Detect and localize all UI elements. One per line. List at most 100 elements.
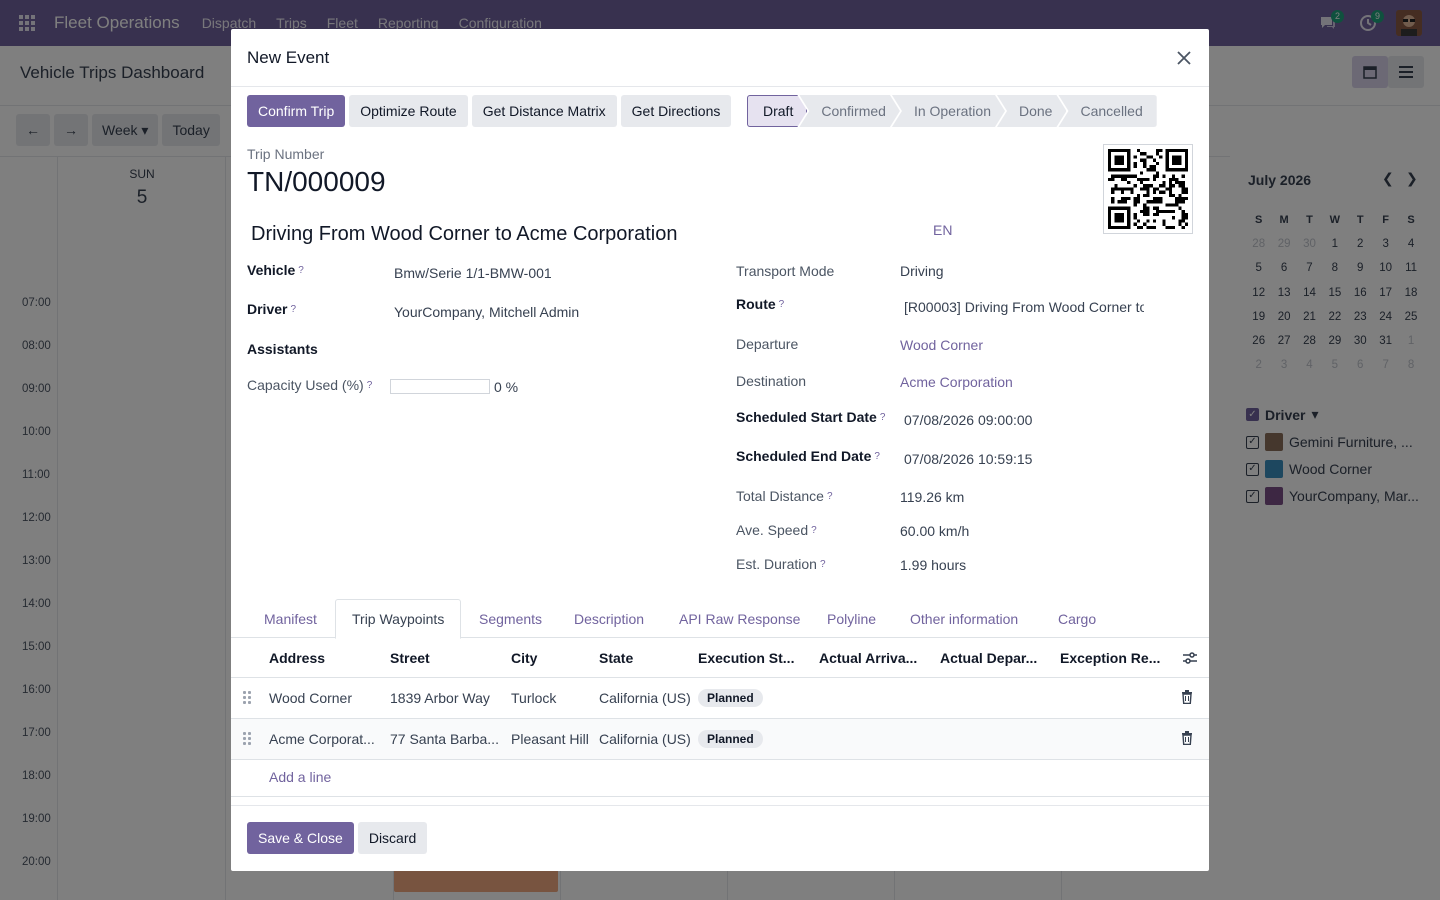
get-distance-matrix-button[interactable]: Get Distance Matrix bbox=[471, 95, 617, 127]
column-header-actual-departure[interactable]: Actual Depar... bbox=[940, 638, 1052, 678]
start-date-label: Scheduled Start Date bbox=[736, 409, 877, 425]
departure-link[interactable]: Wood Corner bbox=[900, 337, 983, 353]
column-header-actual-arrival[interactable]: Actual Arriva... bbox=[819, 638, 931, 678]
delete-row-icon[interactable] bbox=[1181, 731, 1193, 748]
speed-value: 60.00 km/h bbox=[900, 523, 970, 539]
confirm-trip-button[interactable]: Confirm Trip bbox=[247, 95, 346, 127]
table-row[interactable]: Wood Corner 1839 Arbor Way Turlock Calif… bbox=[231, 678, 1209, 719]
stage-cancelled[interactable]: Cancelled bbox=[1058, 95, 1157, 127]
start-date-field[interactable]: 07/08/2026 09:00:00 bbox=[904, 412, 1032, 428]
tab-api-raw-response[interactable]: API Raw Response bbox=[663, 599, 816, 638]
table-row[interactable]: Acme Corporat... 77 Santa Barba... Pleas… bbox=[231, 719, 1209, 760]
cell-address: Acme Corporat... bbox=[269, 731, 375, 747]
status-bar: Draft Confirmed In Operation Done Cancel… bbox=[747, 95, 1157, 127]
form-tabs: Manifest Trip Waypoints Segments Descrip… bbox=[231, 599, 1209, 639]
tab-trip-waypoints[interactable]: Trip Waypoints bbox=[335, 599, 462, 639]
help-icon[interactable]: ? bbox=[874, 451, 880, 462]
distance-label: Total Distance bbox=[736, 488, 824, 504]
drag-handle-icon[interactable] bbox=[243, 691, 251, 704]
duration-value: 1.99 hours bbox=[900, 557, 967, 573]
tab-other-information[interactable]: Other information bbox=[894, 599, 1034, 638]
get-directions-button[interactable]: Get Directions bbox=[620, 95, 732, 127]
optimize-route-button[interactable]: Optimize Route bbox=[349, 95, 468, 127]
transport-mode-label: Transport Mode bbox=[736, 263, 835, 279]
modal-title: New Event bbox=[247, 47, 330, 67]
stage-draft[interactable]: Draft bbox=[747, 95, 807, 127]
save-close-button[interactable]: Save & Close bbox=[247, 822, 354, 854]
stage-in-operation[interactable]: In Operation bbox=[892, 95, 1005, 127]
modal-header: New Event bbox=[231, 29, 1209, 87]
stage-done[interactable]: Done bbox=[997, 95, 1066, 127]
tab-manifest[interactable]: Manifest bbox=[248, 599, 333, 638]
help-icon[interactable]: ? bbox=[880, 412, 886, 423]
route-label-row: Route? bbox=[736, 296, 784, 312]
column-header-address[interactable]: Address bbox=[269, 638, 379, 678]
drag-handle-icon[interactable] bbox=[243, 732, 251, 745]
cell-city: Turlock bbox=[511, 690, 557, 706]
qr-code-image bbox=[1103, 144, 1193, 234]
trip-number: TN/000009 bbox=[247, 166, 386, 197]
column-header-exception-reason[interactable]: Exception Re... bbox=[1060, 638, 1172, 678]
tab-segments[interactable]: Segments bbox=[463, 599, 558, 638]
waypoints-table-header: Address Street City State Execution St..… bbox=[231, 638, 1209, 678]
help-icon[interactable]: ? bbox=[290, 304, 296, 315]
driver-field[interactable]: YourCompany, Mitchell Admin bbox=[394, 304, 579, 320]
add-line-link[interactable]: Add a line bbox=[269, 769, 331, 785]
optional-columns-icon[interactable] bbox=[1183, 638, 1199, 678]
help-icon[interactable]: ? bbox=[367, 380, 373, 391]
stage-confirmed[interactable]: Confirmed bbox=[799, 95, 900, 127]
column-header-city[interactable]: City bbox=[511, 638, 591, 678]
speed-label: Ave. Speed bbox=[736, 522, 809, 538]
driver-label-row: Driver? bbox=[247, 301, 296, 317]
discard-button[interactable]: Discard bbox=[357, 822, 428, 854]
column-header-state[interactable]: State bbox=[599, 638, 689, 678]
vehicle-field[interactable]: Bmw/Serie 1/1-BMW-001 bbox=[394, 265, 552, 281]
cell-city: Pleasant Hill bbox=[511, 731, 589, 747]
end-date-label: Scheduled End Date bbox=[736, 448, 872, 464]
tab-cargo[interactable]: Cargo bbox=[1042, 599, 1112, 638]
capacity-label: Capacity Used (%) bbox=[247, 377, 364, 393]
tab-description[interactable]: Description bbox=[558, 599, 660, 638]
route-field[interactable]: [R00003] Driving From Wood Corner to bbox=[904, 299, 1144, 315]
end-date-field[interactable]: 07/08/2026 10:59:15 bbox=[904, 451, 1032, 467]
cell-address: Wood Corner bbox=[269, 690, 353, 706]
column-header-execution-status[interactable]: Execution St... bbox=[698, 638, 810, 678]
close-icon[interactable] bbox=[1173, 47, 1195, 69]
help-icon[interactable]: ? bbox=[827, 491, 833, 502]
cell-street: 1839 Arbor Way bbox=[390, 690, 490, 706]
column-header-street[interactable]: Street bbox=[390, 638, 500, 678]
departure-label: Departure bbox=[736, 336, 799, 352]
modal-footer: Save & Close Discard bbox=[247, 822, 428, 854]
assistants-label: Assistants bbox=[247, 341, 318, 357]
distance-label-row: Total Distance? bbox=[736, 488, 833, 504]
delete-row-icon[interactable] bbox=[1181, 690, 1193, 707]
departure-label-row: Departure bbox=[736, 336, 798, 352]
assistants-label-row: Assistants bbox=[247, 341, 318, 357]
destination-label-row: Destination bbox=[736, 373, 806, 389]
language-button[interactable]: EN bbox=[933, 222, 952, 238]
duration-label-row: Est. Duration? bbox=[736, 556, 826, 572]
status-badge: Planned bbox=[698, 689, 763, 707]
trip-number-label: Trip Number bbox=[247, 146, 325, 162]
help-icon[interactable]: ? bbox=[811, 525, 817, 536]
tab-polyline[interactable]: Polyline bbox=[811, 599, 892, 638]
speed-label-row: Ave. Speed? bbox=[736, 522, 817, 538]
cell-state: California (US) bbox=[599, 731, 691, 747]
transport-mode-label-row: Transport Mode bbox=[736, 263, 834, 279]
cell-street: 77 Santa Barba... bbox=[390, 731, 499, 747]
distance-value: 119.26 km bbox=[900, 489, 965, 505]
end-date-label-row: Scheduled End Date? bbox=[736, 448, 880, 464]
vehicle-label-row: Vehicle? bbox=[247, 262, 304, 278]
route-label: Route bbox=[736, 296, 776, 312]
destination-link[interactable]: Acme Corporation bbox=[900, 374, 1013, 390]
help-icon[interactable]: ? bbox=[779, 299, 785, 310]
help-icon[interactable]: ? bbox=[298, 265, 304, 276]
capacity-label-row: Capacity Used (%)? bbox=[247, 377, 372, 393]
transport-mode-field[interactable]: Driving bbox=[900, 263, 944, 279]
destination-label: Destination bbox=[736, 373, 807, 389]
help-icon[interactable]: ? bbox=[820, 559, 826, 570]
duration-label: Est. Duration bbox=[736, 556, 817, 572]
footer-divider bbox=[231, 805, 1209, 806]
trip-name-field[interactable]: Driving From Wood Corner to Acme Corpora… bbox=[251, 223, 677, 246]
driver-label: Driver bbox=[247, 301, 288, 317]
